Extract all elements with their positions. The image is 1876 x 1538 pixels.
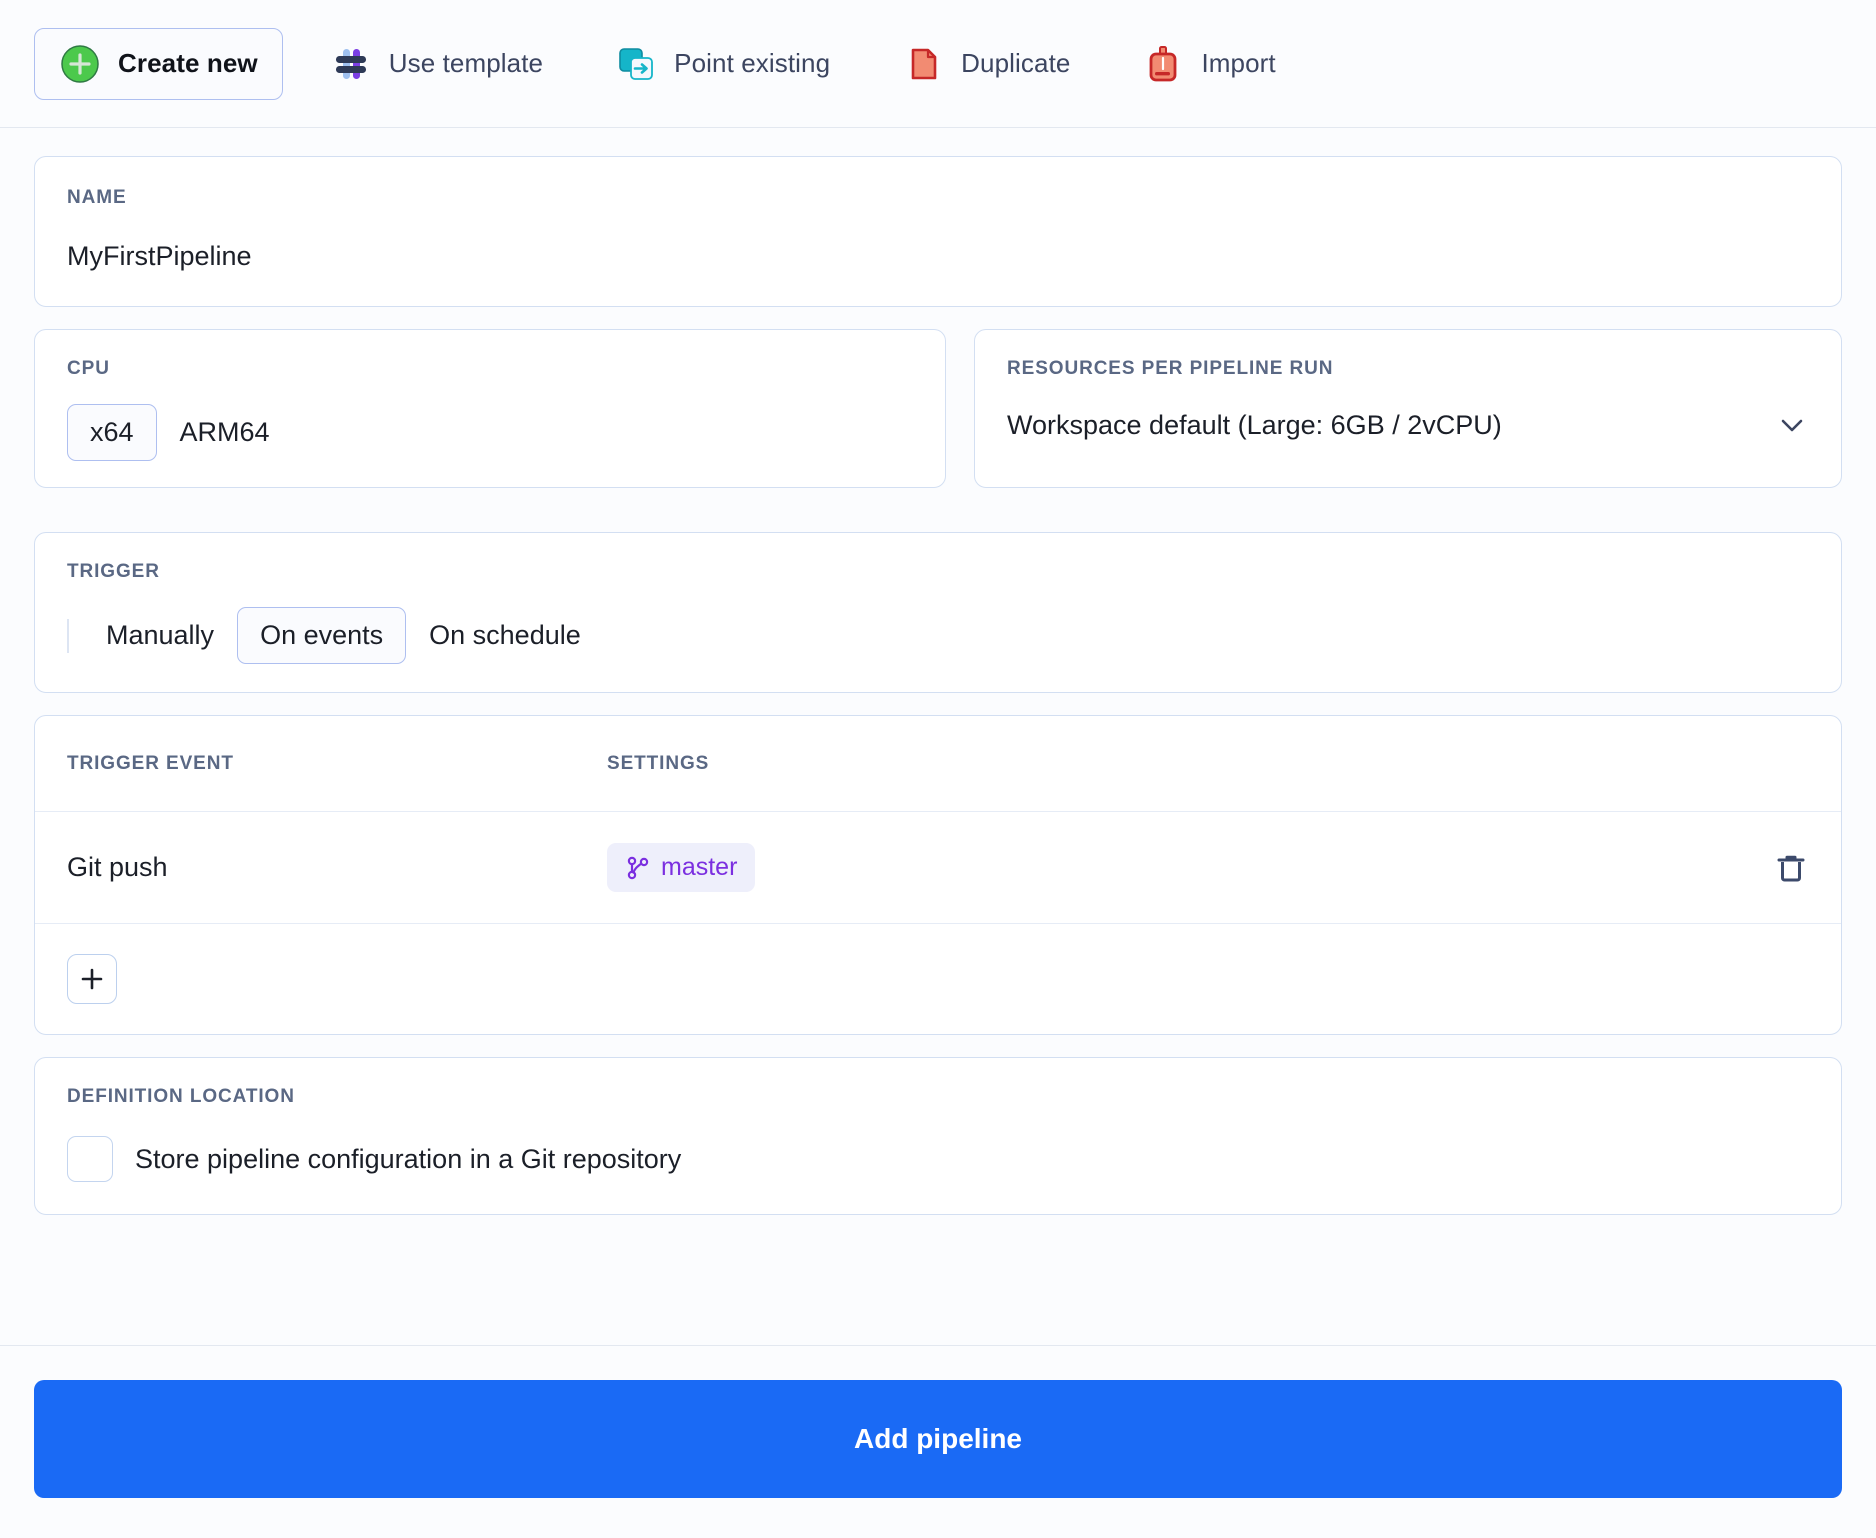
tab-create-new[interactable]: Create new	[34, 27, 283, 100]
cpu-card: CPU x64 ARM64	[34, 329, 946, 489]
tab-use-template-label: Use template	[388, 48, 544, 78]
trigger-option-on-events[interactable]: On events	[237, 607, 407, 665]
definition-location-card: DEFINITION LOCATION Store pipeline confi…	[34, 1057, 1842, 1216]
mode-tabbar: Create new Use template Point existing D…	[0, 0, 1876, 128]
trigger-card: TRIGGER Manually On events On schedule	[34, 532, 1842, 694]
trigger-label: TRIGGER	[67, 561, 160, 583]
duplicate-page-icon	[902, 43, 944, 85]
resources-label: RESOURCES PER PIPELINE RUN	[1007, 358, 1334, 379]
add-trigger-event-row	[35, 924, 1841, 1034]
cpu-resources-row: CPU x64 ARM64 RESOURCES PER PIPELINE RUN…	[34, 329, 1842, 510]
resources-select[interactable]: Workspace default (Large: 6GB / 2vCPU)	[1007, 408, 1809, 442]
tab-create-new-label: Create new	[118, 48, 258, 78]
cpu-option-arm64[interactable]: ARM64	[157, 404, 293, 461]
trigger-option-manually[interactable]: Manually	[83, 607, 237, 664]
branch-badge-label: master	[661, 853, 738, 882]
tab-use-template[interactable]: Use template	[305, 28, 568, 100]
plus-icon	[81, 968, 103, 990]
name-label: NAME	[67, 187, 127, 208]
git-branch-icon	[625, 855, 651, 881]
point-existing-icon	[615, 43, 657, 85]
column-header-trigger-event: TRIGGER EVENT	[67, 752, 234, 774]
chevron-down-icon	[1775, 408, 1809, 442]
row-settings: master	[607, 843, 1749, 893]
trigger-events-table: TRIGGER EVENT SETTINGS Git push master	[34, 715, 1842, 1036]
store-config-checkbox[interactable]	[67, 1136, 113, 1183]
tab-import[interactable]: Import	[1117, 28, 1300, 100]
table-row: Git push master	[35, 812, 1841, 925]
trigger-leading-divider	[67, 618, 69, 653]
name-card: NAME MyFirstPipeline	[34, 156, 1842, 307]
add-pipeline-button[interactable]: Add pipeline	[34, 1380, 1842, 1498]
cpu-segmented-control: x64 ARM64	[67, 404, 913, 462]
tab-point-existing-label: Point existing	[674, 48, 831, 78]
resources-selected-value: Workspace default (Large: 6GB / 2vCPU)	[1007, 409, 1502, 440]
tab-point-existing[interactable]: Point existing	[590, 28, 855, 100]
row-event-name: Git push	[67, 852, 168, 883]
branch-badge[interactable]: master	[607, 843, 756, 893]
tab-duplicate-label: Duplicate	[961, 48, 1071, 78]
pipeline-create-panel: Create new Use template Point existing D…	[0, 0, 1876, 1538]
form-footer: Add pipeline	[0, 1345, 1876, 1538]
add-trigger-event-button[interactable]	[67, 954, 117, 1005]
store-config-label: Store pipeline configuration in a Git re…	[135, 1143, 682, 1174]
name-input[interactable]: MyFirstPipeline	[67, 241, 1809, 272]
tab-import-label: Import	[1201, 48, 1276, 78]
resources-card: RESOURCES PER PIPELINE RUN Workspace def…	[974, 329, 1842, 489]
cpu-option-x64[interactable]: x64	[67, 404, 157, 462]
trash-icon[interactable]	[1773, 850, 1809, 886]
row-actions	[1749, 850, 1809, 886]
template-grid-icon	[330, 43, 372, 85]
store-config-checkbox-row[interactable]: Store pipeline configuration in a Git re…	[67, 1136, 1809, 1183]
tab-duplicate[interactable]: Duplicate	[877, 28, 1095, 100]
cpu-label: CPU	[67, 358, 110, 379]
table-header: TRIGGER EVENT SETTINGS	[35, 716, 1841, 813]
trigger-option-on-schedule[interactable]: On schedule	[406, 607, 604, 664]
column-header-settings: SETTINGS	[607, 752, 710, 774]
pipeline-form: NAME MyFirstPipeline CPU x64 ARM64 RESOU…	[0, 128, 1876, 1345]
definition-location-label: DEFINITION LOCATION	[67, 1086, 295, 1108]
plus-circle-icon	[59, 43, 101, 85]
import-box-icon	[1142, 43, 1184, 85]
trigger-segmented-control: Manually On events On schedule	[67, 607, 1809, 665]
